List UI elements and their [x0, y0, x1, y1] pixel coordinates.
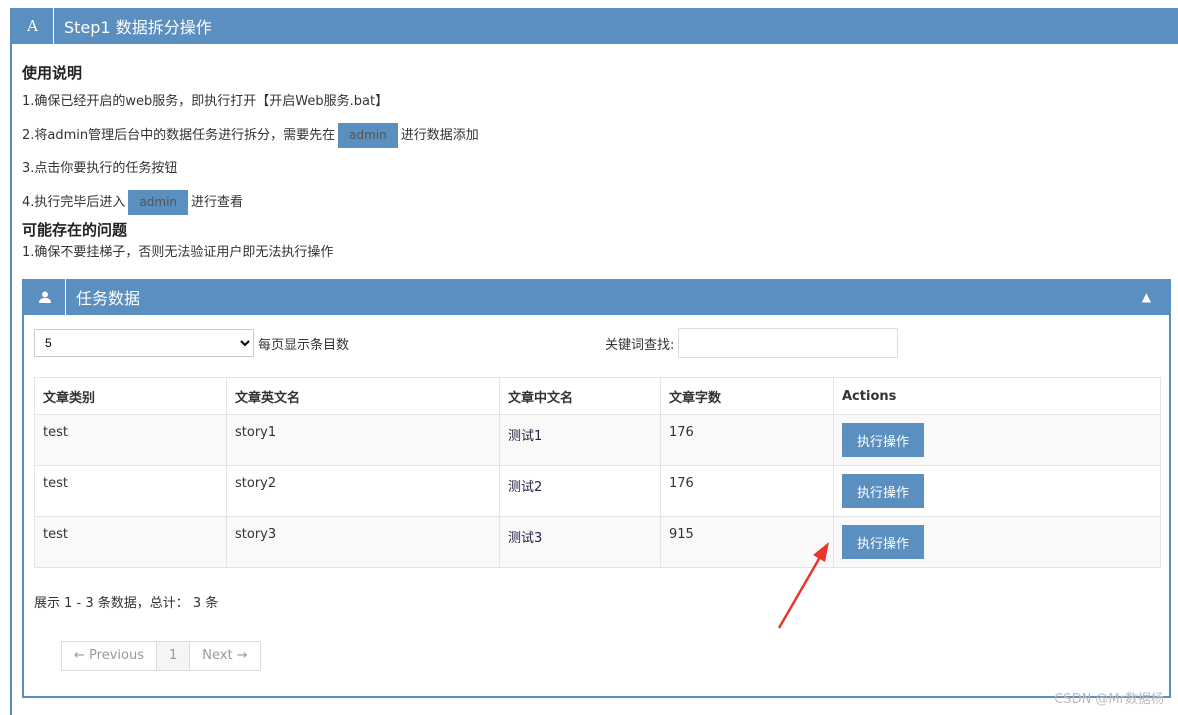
search-label: 关键词查找:	[605, 337, 675, 353]
watermark: CSDN @Mr数据杨	[1054, 692, 1164, 707]
user-icon	[24, 279, 66, 315]
cell-count: 176	[660, 465, 834, 517]
step2-post: 进行数据添加	[400, 128, 479, 143]
issue-1: 1.确保不要挂梯子，否则无法验证用户即无法执行操作	[22, 245, 334, 260]
cell-en: story3	[226, 516, 500, 568]
execute-button[interactable]: 执行操作	[842, 474, 924, 508]
table-info: 展示 1 - 3 条数据，总计： 3 条	[34, 596, 219, 611]
col-word-count[interactable]: 文章字数	[660, 377, 834, 415]
panel-header: A Step1 数据拆分操作	[12, 8, 1178, 44]
col-actions: Actions	[833, 377, 1161, 415]
cell-en: story1	[226, 414, 500, 466]
task-panel-title: 任务数据	[76, 289, 141, 308]
red-arrow-annotation	[777, 542, 829, 629]
step1-text: 1.确保已经开启的web服务，即执行打开【开启Web服务.bat】	[22, 94, 389, 109]
execute-button[interactable]: 执行操作	[842, 423, 924, 457]
step4-text: 4.执行完毕后进入 admin 进行查看	[22, 190, 1168, 215]
letter-a-icon: A	[12, 8, 54, 44]
cell-zh: 测试1	[499, 414, 661, 466]
search-input[interactable]	[678, 328, 899, 358]
step3-text: 3.点击你要执行的任务按钮	[22, 161, 178, 176]
table-row: test story1 测试1 176 执行操作	[34, 414, 1161, 466]
cell-category: test	[34, 414, 227, 466]
task-panel-header: 任务数据 ▲	[24, 279, 1169, 315]
cell-zh: 测试3	[499, 516, 661, 568]
table-row: test story3 测试3 915 执行操作	[34, 516, 1161, 568]
step1-panel: A Step1 数据拆分操作 使用说明 1.确保已经开启的web服务，即执行打开…	[10, 8, 1178, 715]
page-size-label: 每页显示条目数	[258, 337, 350, 353]
instructions-heading: 使用说明	[22, 64, 83, 82]
cell-count: 176	[660, 414, 834, 466]
admin-button[interactable]: admin	[338, 123, 398, 148]
next-button[interactable]: Next →	[189, 641, 261, 671]
col-en-name[interactable]: 文章英文名	[226, 377, 500, 415]
col-category[interactable]: 文章类别	[34, 377, 227, 415]
issues-heading: 可能存在的问题	[22, 221, 128, 239]
pagination: ← Previous 1 Next →	[61, 641, 1169, 671]
admin-button[interactable]: admin	[128, 190, 189, 215]
col-zh-name[interactable]: 文章中文名	[499, 377, 661, 415]
cell-zh: 测试2	[499, 465, 661, 517]
cell-en: story2	[226, 465, 500, 517]
task-table: 文章类别 文章英文名 文章中文名 文章字数 Actions test story1…	[34, 377, 1161, 568]
step4-post: 进行查看	[191, 195, 244, 210]
page-size-select[interactable]: 5	[34, 329, 254, 357]
step2-pre: 2.将admin管理后台中的数据任务进行拆分，需要先在	[22, 128, 336, 143]
chevron-up-icon[interactable]: ▲	[1142, 290, 1151, 304]
previous-button[interactable]: ← Previous	[61, 641, 157, 671]
cell-category: test	[34, 516, 227, 568]
task-data-panel: 任务数据 ▲ 5 每页显示条目数 关键词查找: 文章类别 文章英文名 文章中文名…	[22, 279, 1171, 698]
step4-pre: 4.执行完毕后进入	[22, 195, 126, 210]
cell-category: test	[34, 465, 227, 517]
execute-button[interactable]: 执行操作	[842, 525, 924, 559]
table-row: test story2 测试2 176 执行操作	[34, 465, 1161, 517]
panel-title: Step1 数据拆分操作	[64, 18, 212, 37]
page-1-button[interactable]: 1	[155, 641, 191, 671]
step2-text: 2.将admin管理后台中的数据任务进行拆分，需要先在 admin 进行数据添加	[22, 123, 1168, 148]
